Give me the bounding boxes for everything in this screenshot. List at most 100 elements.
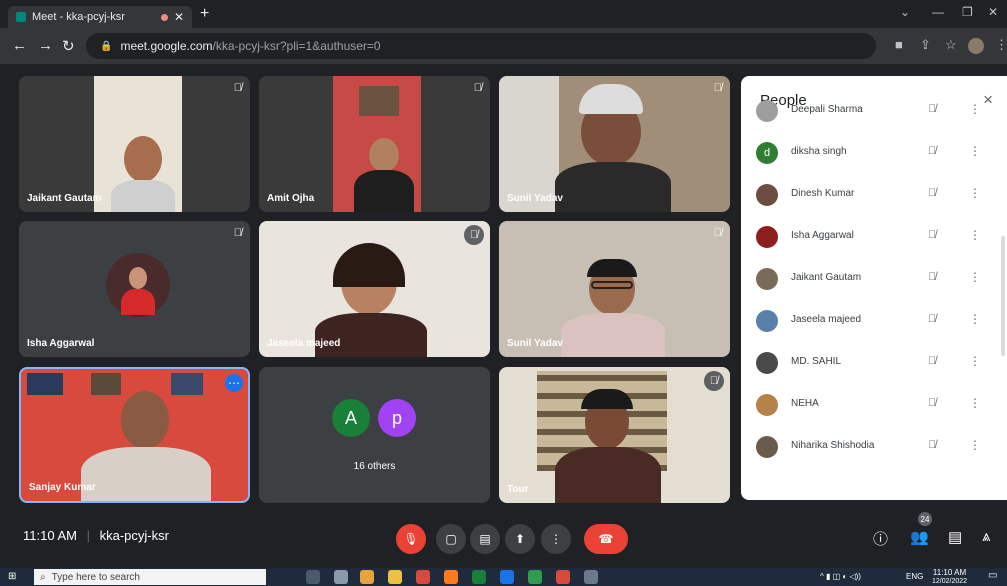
edge-icon[interactable] [500,570,514,584]
more-options-icon[interactable]: ⋯ [225,374,243,392]
more-options-icon[interactable]: ⋮ [969,102,981,116]
list-item[interactable]: d diksha singh 🎙̸ ⋮ [741,132,1007,174]
close-window-icon[interactable]: ✕ [988,5,998,19]
others-tile[interactable]: A p 16 others [259,367,490,503]
app-icon[interactable] [360,570,374,584]
scrollbar[interactable] [1001,236,1005,356]
taskbar-search-input[interactable]: ⌕ Type here to search [34,569,266,585]
list-item[interactable]: Deepali Sharma 🎙̸ ⋮ [741,90,1007,132]
more-options-icon[interactable]: ⋮ [969,186,981,200]
forward-icon[interactable]: → [38,37,53,54]
close-tab-icon[interactable]: ✕ [174,10,184,24]
leave-call-button[interactable]: ☎ [584,524,628,554]
chat-icon[interactable]: ▤ [948,528,962,546]
more-options-icon[interactable]: ⋮ [969,354,981,368]
video-tile[interactable]: 🎙̸ Amit Ojha [259,76,490,212]
browser-tab[interactable]: Meet - kka-pcyj-ksr ✕ [8,6,192,28]
notifications-icon[interactable]: ▭ [988,570,997,581]
app-icon[interactable] [584,570,598,584]
chrome-icon[interactable] [416,570,430,584]
video-tile[interactable]: 🎙̸ Sunil Yadav [499,76,730,212]
task-view-icon[interactable] [306,570,320,584]
back-icon[interactable]: ← [12,37,27,54]
list-item[interactable]: Niharika Shishodia 🎙̸ ⋮ [741,426,1007,468]
video-tile[interactable]: 🎙̸ Jaikant Gautam [19,76,250,212]
avatar [756,100,778,122]
clock[interactable]: 11:10 AM 12/02/2022 [932,568,967,586]
restore-icon[interactable]: ❐ [962,5,973,19]
participant-name: Jaseela majeed [791,314,862,325]
video-tile[interactable]: 🎙̸ Tour [499,367,730,503]
mic-off-icon: 🎙̸ [928,103,937,115]
meeting-details-icon[interactable]: ⓘ [873,528,888,549]
camera-toggle-button[interactable]: ▢ [436,524,466,554]
browser-tab-strip: Meet - kka-pcyj-ksr ✕ + ⌄ — ❐ ✕ [0,0,1007,28]
captions-button[interactable]: ▤ [470,524,500,554]
more-options-icon[interactable]: ⋮ [969,438,981,452]
bookmark-star-icon[interactable]: ☆ [945,37,957,53]
video-tile[interactable]: 🎙̸ Isha Aggarwal [19,221,250,357]
url-host: meet.google.com [120,39,213,53]
video-tile-active[interactable]: ⋯ Sanjay Kumar [19,367,250,503]
share-icon[interactable]: ⇪ [920,37,931,53]
participant-name: Tour [507,484,529,495]
participant-name: Niharika Shishodia [791,440,875,451]
list-item[interactable]: Jaikant Gautam 🎙̸ ⋮ [741,258,1007,300]
more-options-icon[interactable]: ⋮ [969,312,981,326]
profile-avatar[interactable] [968,38,984,54]
mic-toggle-button[interactable]: 🎙 [396,524,426,554]
menu-icon[interactable]: ⋮ [995,37,1007,53]
meeting-time: 11:10 AM [23,528,77,543]
participant-name: Jaikant Gautam [791,272,862,283]
avatar: d [756,142,778,164]
minimize-icon[interactable]: — [932,5,944,19]
avatar [756,184,778,206]
avatar [756,268,778,290]
chevron-down-icon[interactable]: ⌄ [900,5,910,19]
firefox-icon[interactable] [444,570,458,584]
app-icon[interactable] [556,570,570,584]
participant-count-badge: 24 [918,512,932,526]
activities-icon[interactable]: ⩓ [982,528,990,545]
omnibox[interactable]: 🔒 meet.google.com /kka-pcyj-ksr?pli=1&au… [86,33,876,59]
people-icon[interactable]: 👥 [910,528,929,546]
participant-name: Sanjay Kumar [29,482,96,493]
list-item[interactable]: Dinesh Kumar 🎙̸ ⋮ [741,174,1007,216]
mic-off-icon: 🎙̸ [233,82,242,94]
list-item[interactable]: Isha Aggarwal 🎙̸ ⋮ [741,216,1007,258]
new-tab-icon[interactable]: + [200,5,209,23]
clock-time: 11:10 AM [932,568,967,577]
settings-icon[interactable] [334,570,348,584]
app-icon[interactable] [472,570,486,584]
language-indicator[interactable]: ENG [906,572,923,581]
more-options-icon[interactable]: ⋮ [969,396,981,410]
windows-start-icon[interactable]: ⊞ [8,571,20,583]
mic-off-icon: 🎙̸ [473,82,482,94]
url-path: /kka-pcyj-ksr?pli=1&authuser=0 [212,39,381,53]
tab-title: Meet - kka-pcyj-ksr [32,11,125,23]
participant-name: Deepali Sharma [791,104,863,115]
participant-name: Isha Aggarwal [27,338,95,349]
more-options-button[interactable]: ⋮ [541,524,571,554]
tray-icons[interactable]: ^ ▮ ◫ ◐ ◁)) [820,572,861,581]
more-options-icon[interactable]: ⋮ [969,228,981,242]
mic-off-icon: 🎙̸ [464,225,484,245]
meeting-code: kka-pcyj-ksr [99,528,169,543]
list-item[interactable]: NEHA 🎙̸ ⋮ [741,384,1007,426]
meeting-controls-bar: 11:10 AM | kka-pcyj-ksr 🎙 ▢ ▤ ⬆ ⋮ ☎ ⓘ 👥 … [0,510,1007,568]
list-item[interactable]: Jaseela majeed 🎙̸ ⋮ [741,300,1007,342]
file-explorer-icon[interactable] [388,570,402,584]
more-options-icon[interactable]: ⋮ [969,144,981,158]
video-tile[interactable]: 🎙̸ Jaseela majeed [259,221,490,357]
more-options-icon[interactable]: ⋮ [969,270,981,284]
app-icon[interactable] [528,570,542,584]
video-tile[interactable]: 🎙̸ Sunil Yadav [499,221,730,357]
reload-icon[interactable]: ↻ [62,37,75,55]
search-placeholder: Type here to search [51,571,140,583]
list-item[interactable]: MD. SAHIL 🎙̸ ⋮ [741,342,1007,384]
mic-off-icon: 🎙̸ [928,355,937,367]
camera-icon[interactable]: ■ [895,37,903,52]
separator: | [86,528,90,543]
avatar: A [332,399,370,437]
present-button[interactable]: ⬆ [505,524,535,554]
